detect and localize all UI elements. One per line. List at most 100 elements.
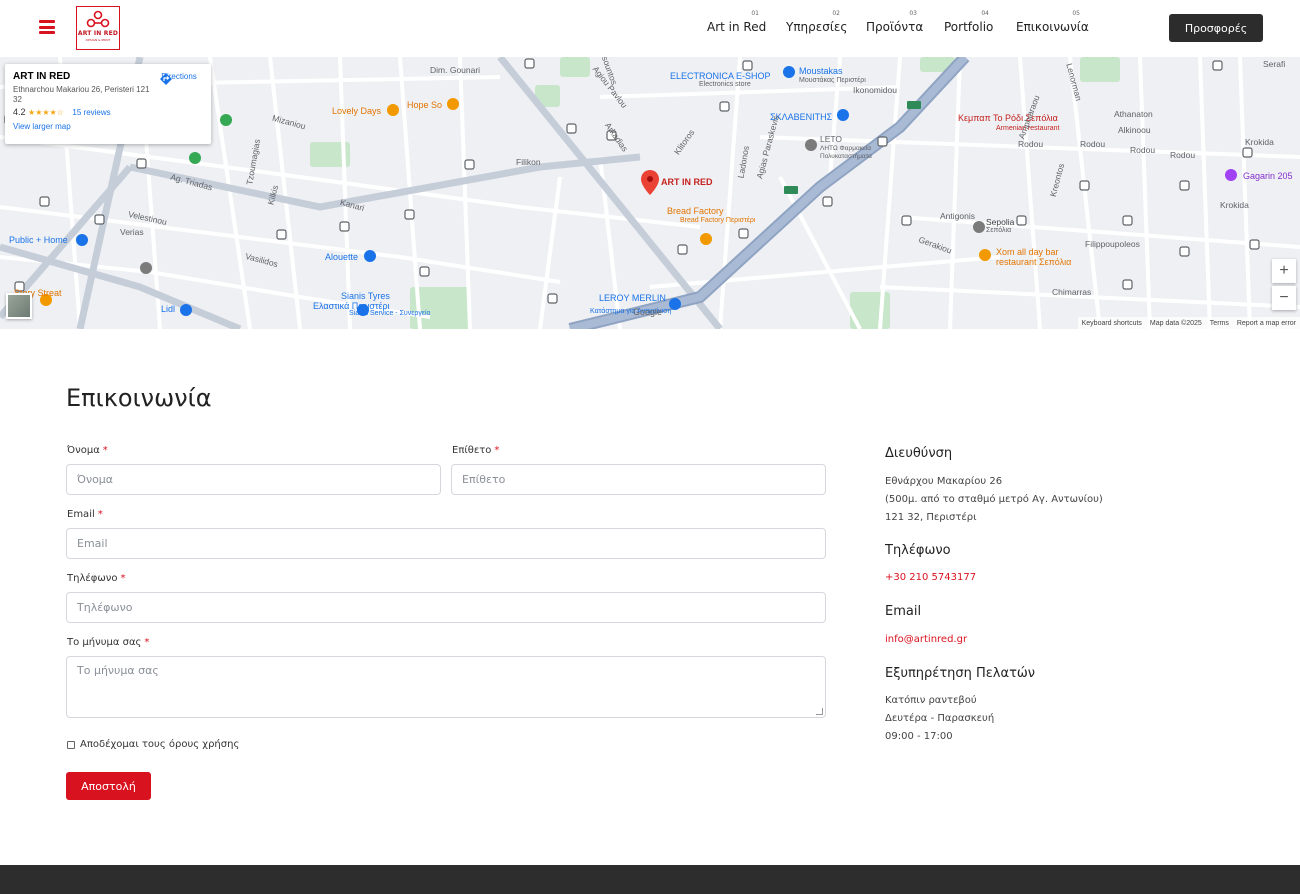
street-label: Alkinoou <box>1118 125 1151 135</box>
customer-service-block: Κατόπιν ραντεβού Δευτέρα - Παρασκευή 09:… <box>885 692 994 746</box>
last-name-label: Επίθετο * <box>452 445 499 456</box>
required-marker: * <box>102 445 108 456</box>
street-label: Rodou <box>1018 139 1044 149</box>
address-block: Εθνάρχου Μακαρίου 26 (500μ. από το σταθμ… <box>885 473 1103 527</box>
street-label: Filikon <box>516 157 541 167</box>
submit-button[interactable]: Αποστολή <box>66 772 151 800</box>
map-data-text: Map data ©2025 <box>1149 319 1202 327</box>
required-marker: * <box>97 509 103 520</box>
place-address: Ethnarchou Makariou 26, Peristeri 121 32 <box>13 85 150 104</box>
nav-label: Portfolio <box>944 20 994 34</box>
phone-label: Τηλέφωνο * <box>67 573 125 584</box>
address-heading: Διευθύνση <box>885 446 953 461</box>
nav-label: Προϊόντα <box>866 20 924 34</box>
map-label: ΛΗΤΩ Φαρμακεία Πολυκαταστήματα <box>820 145 872 160</box>
site-header: ART IN RED DESIGN & PRINT 01 Art in Red … <box>0 0 1300 57</box>
nav-label: Art in Red <box>707 20 767 34</box>
map-label: Dim. Gounari <box>430 65 481 75</box>
message-placeholder: Το μήνυμα σας <box>77 664 159 677</box>
place-rating: 4.2 ★★★★☆ 15 reviews <box>13 107 203 117</box>
email-link[interactable]: info@artinred.gr <box>885 631 967 649</box>
street-label: Krokida <box>1245 137 1274 147</box>
address-line: Εθνάρχου Μακαρίου 26 <box>885 476 1003 487</box>
street-label: Rodou <box>1080 139 1106 149</box>
google-watermark: Google <box>633 307 663 317</box>
required-marker: * <box>144 637 150 648</box>
terms-checkbox[interactable] <box>67 741 75 749</box>
message-label: Το μήνυμα σας * <box>67 637 149 648</box>
logo[interactable]: ART IN RED DESIGN & PRINT <box>76 6 120 50</box>
offers-button[interactable]: Προσφορές <box>1169 14 1263 42</box>
message-textarea[interactable]: Το μήνυμα σας <box>66 656 826 718</box>
map-label: Electronics store <box>699 81 751 88</box>
required-marker: * <box>120 573 126 584</box>
map-label: Sianis Tyres <box>341 291 390 301</box>
required-marker: * <box>494 445 500 456</box>
resize-handle-icon[interactable] <box>816 708 823 715</box>
map-label: Gagarin 205 <box>1243 171 1293 181</box>
label-text: Το μήνυμα σας <box>67 637 142 648</box>
map-label: Lovely Days <box>332 106 382 116</box>
map-label: Μουστάκας Περιστέρι <box>799 77 866 84</box>
map-label: Bread Factory <box>667 206 724 216</box>
nav-number: 03 <box>909 10 917 17</box>
street-label: Rodou <box>1130 145 1156 155</box>
phone-input[interactable]: Τηλέφωνο <box>66 592 826 623</box>
map-attribution: Keyboard shortcuts Map data ©2025 Terms … <box>1077 317 1300 329</box>
terms-link[interactable]: Terms <box>1210 320 1229 327</box>
keyboard-shortcuts-link[interactable]: Keyboard shortcuts <box>1082 320 1142 327</box>
nav-number: 05 <box>1072 10 1080 17</box>
logo-mark-icon <box>86 10 110 28</box>
nav-number: 04 <box>981 10 989 17</box>
map-label: Ikonomidou <box>853 85 897 95</box>
street-label: Athanaton <box>1114 109 1153 119</box>
directions-button[interactable]: Directions <box>159 72 199 85</box>
last-name-input[interactable]: Επίθετο <box>451 464 826 495</box>
service-line: 09:00 - 17:00 <box>885 731 953 742</box>
street-label: Antigonis <box>940 211 975 221</box>
map-label: Σεπόλια <box>986 227 1012 234</box>
email-input[interactable]: Email <box>66 528 826 559</box>
report-map-error-link[interactable]: Report a map error <box>1237 320 1296 327</box>
street-label: Rodou <box>1170 150 1196 160</box>
map-label: Hope So <box>407 100 443 110</box>
address-line: (500μ. από το σταθμό μετρό Αγ. Αντωνίου) <box>885 494 1103 505</box>
label-text: Όνομα <box>67 445 100 456</box>
zoom-out-button[interactable]: − <box>1272 286 1296 310</box>
map-label: Xom all day bar restaurant Σεπόλια <box>996 247 1072 267</box>
street-label: Krokida <box>1220 200 1249 210</box>
label-text: Email <box>67 509 95 520</box>
view-larger-map-link[interactable]: View larger map <box>13 122 203 131</box>
street-label: Serafi <box>1263 59 1286 69</box>
google-map[interactable]: ART IN RED ELECTRONICA E-SHOP Electronic… <box>0 57 1300 329</box>
street-label: Filippoupoleos <box>1085 239 1140 249</box>
map-label: Public + Home <box>9 235 68 245</box>
map-layer-thumbnail[interactable] <box>6 293 32 319</box>
email-label: Email * <box>67 509 103 520</box>
street-label: Chimarras <box>1052 287 1092 297</box>
logo-text: ART IN RED <box>77 30 119 37</box>
rating-stars-icon: ★★★★☆ <box>28 108 64 117</box>
map-label: Moustakas <box>799 66 843 76</box>
nav-label: Υπηρεσίες <box>786 20 848 34</box>
rating-value: 4.2 <box>13 107 26 117</box>
map-label: Sepolia <box>986 217 1015 227</box>
email-heading: Email <box>885 604 922 619</box>
phone-link[interactable]: +30 210 5743177 <box>885 569 976 587</box>
service-line: Δευτέρα - Παρασκευή <box>885 713 995 724</box>
label-text: Τηλέφωνο <box>67 573 118 584</box>
map-label: Sianis Service - Συνεργείο <box>349 310 431 317</box>
menu-icon[interactable] <box>39 20 55 34</box>
nav-number: 01 <box>751 10 759 17</box>
reviews-link[interactable]: 15 reviews <box>72 108 110 117</box>
nav-number: 02 <box>832 10 840 17</box>
terms-label[interactable]: Αποδέχομαι τους όρους χρήσης <box>80 739 239 750</box>
map-label: ELECTRONICA E-SHOP <box>670 71 771 81</box>
map-pin-label: ART IN RED <box>661 177 713 187</box>
site-footer <box>0 865 1300 894</box>
nav-label: Επικοινωνία <box>1016 20 1089 34</box>
map-label: Κεμπαπ Το Ρόδι Σεπόλια <box>958 113 1058 123</box>
zoom-in-button[interactable]: + <box>1272 259 1296 283</box>
first-name-input[interactable]: Όνομα <box>66 464 441 495</box>
first-name-label: Όνομα * <box>67 445 108 456</box>
